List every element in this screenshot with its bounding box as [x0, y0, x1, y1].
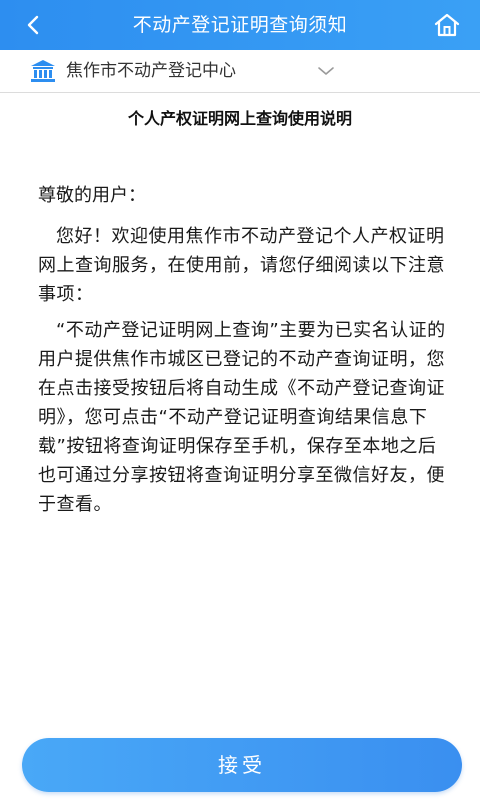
notice-paragraph: “不动产登记证明网上查询”主要为已实名认证的用户提供焦作市城区已登记的不动产查询…	[38, 320, 446, 515]
institution-building-icon	[31, 60, 55, 82]
page-title: 不动产登记证明查询须知	[132, 14, 348, 36]
home-button[interactable]	[432, 10, 462, 40]
accept-button[interactable]: 接受	[22, 738, 462, 792]
notice-content: 个人产权证明网上查询使用说明 尊敬的用户： 您好！欢迎使用焦作市不动产登记个人产…	[0, 93, 480, 733]
greeting-text: 尊敬的用户：	[38, 185, 146, 206]
document-title: 个人产权证明网上查询使用说明	[127, 109, 352, 128]
home-icon	[434, 13, 460, 37]
chevron-down-icon	[318, 67, 334, 75]
welcome-paragraph: 您好！欢迎使用焦作市不动产登记个人产权证明网上查询服务，在使用前，请您仔细阅读以…	[38, 226, 445, 305]
app-header: 不动产登记证明查询须知	[0, 0, 480, 50]
org-selector[interactable]: 焦作市不动产登记中心	[0, 50, 480, 93]
org-name: 焦作市不动产登记中心	[66, 61, 236, 81]
